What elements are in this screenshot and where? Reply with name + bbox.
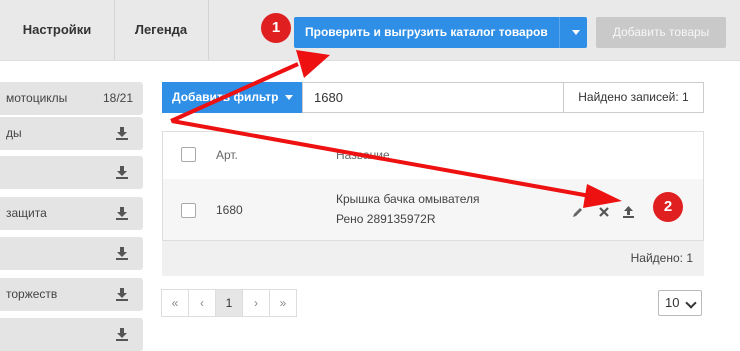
arrow-line-1 bbox=[170, 62, 299, 123]
annotation-badge-2: 2 bbox=[653, 192, 683, 222]
download-icon[interactable] bbox=[115, 327, 129, 341]
annotation-badge-1: 1 bbox=[261, 13, 291, 43]
arrow-head-2 bbox=[583, 184, 622, 208]
arrow-line-2 bbox=[171, 119, 591, 198]
annotation-arrows bbox=[170, 50, 622, 208]
arrow-head-1 bbox=[296, 50, 330, 78]
